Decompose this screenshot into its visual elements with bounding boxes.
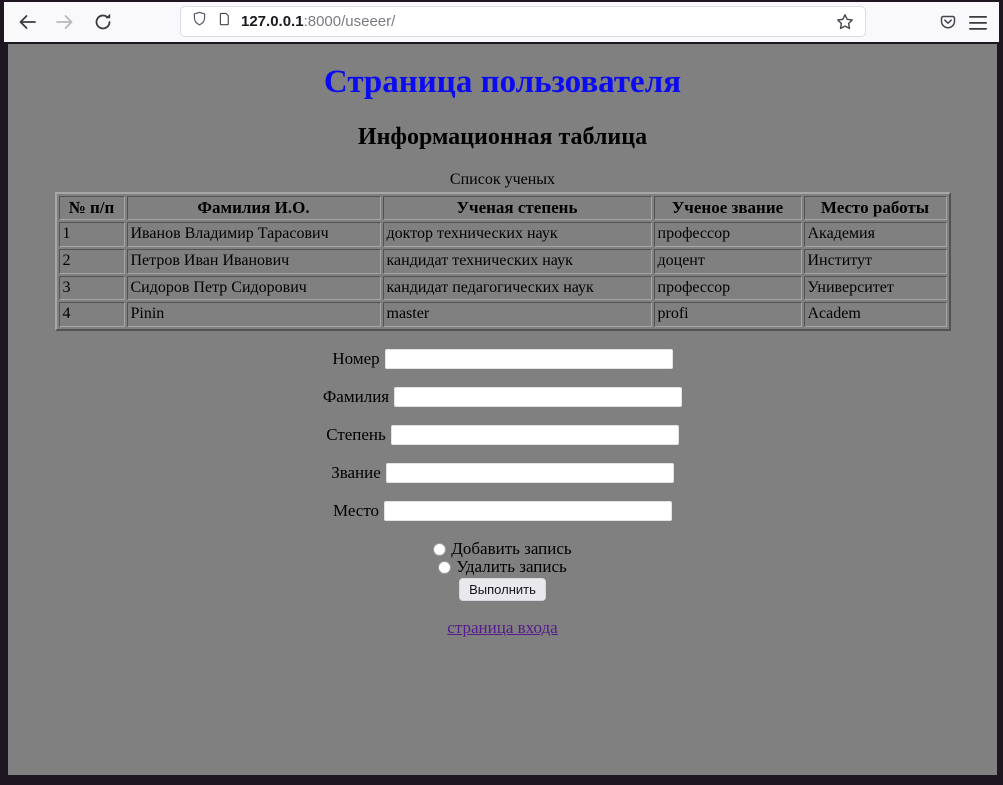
field-label: Звание — [331, 463, 381, 482]
hamburger-menu-icon[interactable] — [967, 14, 989, 32]
table-cell: profi — [654, 302, 802, 327]
button-row: Выполнить — [8, 578, 997, 601]
table-cell: 1 — [59, 222, 125, 247]
text-input[interactable] — [384, 501, 672, 521]
table-row: 4PininmasterprofiAcadem — [59, 302, 947, 327]
form-row: Номер — [8, 349, 997, 369]
column-header: Фамилия И.О. — [127, 196, 381, 220]
table-cell: 3 — [59, 276, 125, 301]
field-label: Степень — [326, 425, 386, 444]
table-cell: Academ — [804, 302, 947, 327]
radio-button[interactable] — [433, 543, 446, 556]
radio-label: Удалить запись — [456, 557, 567, 576]
page-title: Страница пользователя — [8, 64, 997, 102]
column-header: Ученая степень — [383, 196, 652, 220]
column-header: Ученое звание — [654, 196, 802, 220]
form-radios: Добавить записьУдалить запись — [8, 540, 997, 576]
field-label: Фамилия — [323, 387, 389, 406]
url-path: :8000/useeer/ — [304, 13, 396, 30]
execute-button[interactable]: Выполнить — [459, 578, 546, 601]
form-row: Звание — [8, 463, 997, 483]
table-cell: 2 — [59, 249, 125, 274]
table-cell: master — [383, 302, 652, 327]
radio-button[interactable] — [438, 561, 451, 574]
table-cell: Pinin — [127, 302, 381, 327]
radio-row: Добавить запись — [8, 540, 997, 558]
page-info-icon[interactable] — [217, 10, 232, 33]
table-wrapper: Список ученых № п/пФамилия И.О.Ученая ст… — [8, 171, 997, 331]
browser-toolbar: 127.0.0.1:8000/useeer/ — [4, 2, 999, 42]
table-row: 2Петров Иван Ивановичкандидат технически… — [59, 249, 947, 274]
page-content: Страница пользователя Информационная таб… — [8, 44, 997, 775]
table-body: 1Иванов Владимир Тарасовичдоктор техниче… — [59, 222, 947, 327]
table-cell: доктор технических наук — [383, 222, 652, 247]
reload-icon[interactable] — [92, 11, 114, 33]
column-header: Место работы — [804, 196, 947, 220]
scientists-table: Список ученых № п/пФамилия И.О.Ученая ст… — [55, 171, 951, 331]
table-row: 3Сидоров Петр Сидоровичкандидат педагоги… — [59, 276, 947, 301]
form-row: Место — [8, 501, 997, 521]
table-cell: кандидат педагогических наук — [383, 276, 652, 301]
url-text: 127.0.0.1:8000/useeer/ — [241, 13, 395, 30]
login-page-link[interactable]: страница входа — [447, 618, 557, 637]
url-bar[interactable]: 127.0.0.1:8000/useeer/ — [180, 6, 866, 37]
table-cell: кандидат технических наук — [383, 249, 652, 274]
form-row: Фамилия — [8, 387, 997, 407]
back-icon[interactable] — [16, 11, 38, 33]
record-form: Номер Фамилия Степень Звание Место Добавить … — [8, 349, 997, 601]
text-input[interactable] — [394, 387, 682, 407]
table-cell: 4 — [59, 302, 125, 327]
radio-label: Добавить запись — [451, 539, 571, 558]
form-fields: Номер Фамилия Степень Звание Место — [8, 349, 997, 521]
table-cell: Сидоров Петр Сидорович — [127, 276, 381, 301]
field-label: Номер — [332, 349, 379, 368]
bookmark-star-icon[interactable] — [835, 12, 855, 32]
column-header: № п/п — [59, 196, 125, 220]
table-caption: Список ученых — [55, 171, 951, 192]
text-input[interactable] — [386, 463, 674, 483]
forward-icon[interactable] — [54, 11, 76, 33]
text-input[interactable] — [391, 425, 679, 445]
table-row: 1Иванов Владимир Тарасовичдоктор техниче… — [59, 222, 947, 247]
table-cell: профессор — [654, 276, 802, 301]
table-cell: Иванов Владимир Тарасович — [127, 222, 381, 247]
shield-icon[interactable] — [191, 10, 208, 33]
table-cell: профессор — [654, 222, 802, 247]
url-host: 127.0.0.1 — [241, 13, 304, 30]
table-cell: Университет — [804, 276, 947, 301]
table-cell: Институт — [804, 249, 947, 274]
text-input[interactable] — [385, 349, 673, 369]
field-label: Место — [333, 501, 379, 520]
table-cell: доцент — [654, 249, 802, 274]
pocket-icon[interactable] — [938, 13, 958, 33]
page-subtitle: Информационная таблица — [8, 124, 997, 151]
table-header-row: № п/пФамилия И.О.Ученая степеньУченое зв… — [59, 196, 947, 220]
radio-row: Удалить запись — [8, 558, 997, 576]
link-row: страница входа — [8, 618, 997, 638]
form-row: Степень — [8, 425, 997, 445]
table-cell: Академия — [804, 222, 947, 247]
table-cell: Петров Иван Иванович — [127, 249, 381, 274]
